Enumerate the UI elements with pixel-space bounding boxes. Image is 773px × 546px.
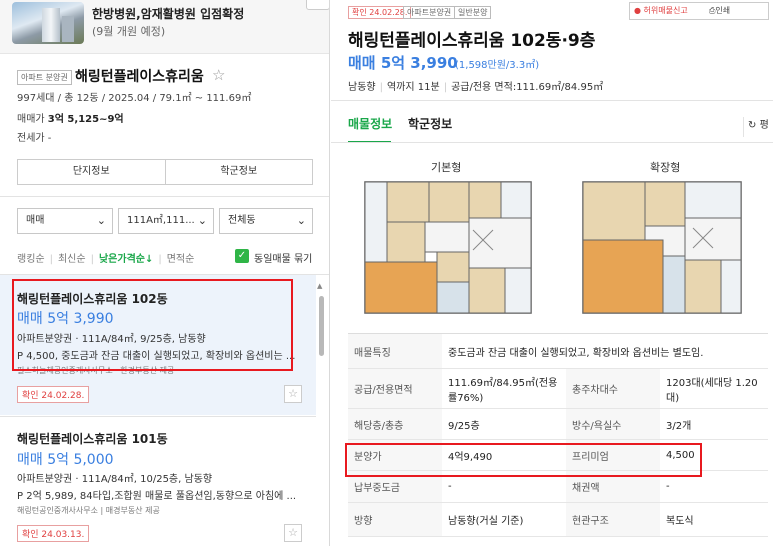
listing-meta: 아파트분양권 · 111A/84㎡, 10/25층, 남동향 — [17, 474, 213, 485]
table-row: 방향 남동향(거실 기준) 현관구조 복도식 — [348, 503, 768, 537]
summary-direction: 남동향 — [348, 82, 376, 93]
sale-type-badge: 일반분양 — [454, 6, 492, 19]
detail-panel: 확인 24.02.28. 아파트분양권 일반분양 ● 허위매물신고 ⎙인쇄 해링… — [331, 0, 773, 546]
favorite-star-icon[interactable]: ☆ — [284, 524, 302, 542]
listing-desc: P 2억 5,989, 84타입,조합원 매물로 풀옵션임,동향으로 아침에 .… — [17, 491, 297, 502]
pyeong-label: 평 — [759, 120, 769, 131]
banner-image — [12, 2, 84, 44]
complex-price-label: 매매가 — [17, 114, 45, 125]
confirm-badge: 확인 24.03.13. — [17, 525, 90, 542]
refresh-icon: ↻ — [748, 120, 757, 131]
detail-info-table: 매물특징 중도금과 잔금 대출이 실행되었고, 확장비와 옵션비는 별도임. 공… — [348, 333, 768, 537]
tab-school-info[interactable]: 학군정보 — [408, 115, 452, 132]
banner-title: 한방병원,암재활병원 입점확정 — [92, 7, 245, 21]
sort-latest[interactable]: 최신순 — [58, 254, 86, 265]
table-row: 공급/전용면적 111.69㎡/84.95㎡(전용률76%) 총주차대수 120… — [348, 369, 768, 409]
sort-area[interactable]: 면적순 — [167, 254, 195, 265]
sort-bar: 랭킹순 | 최신순 | 낮은가격순↓ | 면적순 — [17, 254, 195, 265]
area-label: 공급/전용면적 — [348, 369, 442, 408]
highlight-box — [345, 443, 702, 477]
tab-complex-info[interactable]: 단지정보 — [18, 160, 165, 184]
dup-group-checkbox[interactable]: ✓ — [235, 249, 249, 263]
detail-price: 매매 5억 3,990 — [348, 54, 458, 72]
feature-label: 매물특징 — [348, 334, 442, 368]
chevron-down-icon: ⌄ — [197, 214, 207, 227]
highlight-box — [12, 279, 293, 371]
siren-icon: ● — [634, 6, 641, 15]
listing-agent: 해링턴공인중개사사무소 | 매경부동산 제공 — [17, 506, 160, 515]
tab-school-info[interactable]: 학군정보 — [164, 160, 313, 184]
listing-name: 해링턴플레이스휴리움 101동 — [17, 432, 168, 446]
dup-group-label: 동일매물 묶기 — [254, 254, 313, 265]
floorplan-basic-label: 기본형 — [431, 161, 462, 174]
structure-value: 복도식 — [666, 516, 694, 527]
banner-subtitle: (9월 개원 예정) — [92, 25, 166, 38]
floor-label: 해당층/총층 — [348, 409, 442, 439]
area-value: 111A㎡,111... — [127, 215, 195, 226]
print-button[interactable]: ⎙인쇄 — [709, 5, 730, 16]
parking-value: 1203대(세대당 1.20대) — [666, 377, 758, 404]
confirm-badge: 확인 24.02.28. — [348, 6, 412, 19]
report-label: 허위매물신고 — [643, 6, 688, 15]
favorite-star-icon[interactable]: ☆ — [284, 385, 302, 403]
scroll-thumb[interactable] — [319, 296, 324, 356]
summary-area: 공급/전용 면적:111.69㎡/84.95㎡ — [451, 82, 604, 93]
type-badge: 아파트분양권 — [403, 6, 456, 19]
dong-select[interactable]: 전체동 ⌄ — [219, 208, 313, 234]
detail-title: 해링턴플레이스휴리움 102동·9층 — [348, 31, 596, 51]
report-button[interactable]: ● 허위매물신고 — [634, 5, 688, 16]
rooms-value: 3/2개 — [666, 420, 692, 432]
table-row: 해당층/총층 9/25층 방수/욕실수 3/2개 — [348, 409, 768, 440]
direction-value: 남동향(거실 기준) — [448, 516, 524, 527]
tab-listing-info[interactable]: 매물정보 — [348, 115, 392, 132]
floorplan-extended-label: 확장형 — [650, 161, 681, 174]
complex-type-tag: 아파트 분양권 — [17, 70, 72, 85]
area-select[interactable]: 111A㎡,111... ⌄ — [118, 208, 214, 234]
print-label: 인쇄 — [715, 6, 731, 15]
pyeong-toggle[interactable]: ↻ 평 — [743, 117, 773, 137]
promo-banner[interactable]: 한방병원,암재활병원 입점확정 (9월 개원 예정) — [0, 0, 329, 54]
table-row: 매물특징 중도금과 잔금 대출이 실행되었고, 확장비와 옵션비는 별도임. — [348, 334, 768, 369]
chevron-down-icon: ⌄ — [96, 214, 106, 227]
list-scrollbar[interactable]: ▲ — [316, 282, 326, 546]
area-value: 111.69㎡/84.95㎡(전용률76%) — [448, 377, 558, 404]
dong-value: 전체동 — [228, 215, 256, 226]
chevron-down-icon: ⌄ — [296, 214, 306, 227]
sort-ranking[interactable]: 랭킹순 — [17, 254, 45, 265]
summary-station: 역까지 11분 — [386, 82, 440, 93]
favorite-star-icon[interactable]: ☆ — [212, 66, 225, 84]
complex-jeonse: 전세가 - — [17, 133, 52, 144]
direction-label: 방향 — [348, 503, 442, 536]
detail-summary: 남동향 | 역까지 11분 | 공급/전용 면적:111.69㎡/84.95㎡ — [348, 82, 604, 93]
rooms-label: 방수/욕실수 — [566, 409, 660, 439]
listing-panel: 한방병원,암재활병원 입점확정 (9월 개원 예정) 아파트 분양권 해링턴플레… — [0, 0, 330, 546]
trade-type-select[interactable]: 매매 ⌄ — [17, 208, 113, 234]
floor-value: 9/25층 — [448, 420, 480, 432]
complex-tabs: 단지정보 학군정보 — [17, 159, 313, 185]
floorplan-basic-image[interactable] — [363, 180, 533, 315]
parking-label: 총주차대수 — [566, 369, 660, 408]
floorplan-extended-image[interactable] — [581, 180, 743, 315]
sort-low-price[interactable]: 낮은가격순↓ — [99, 254, 153, 265]
scroll-up-icon[interactable]: ▲ — [317, 282, 322, 290]
feature-value: 중도금과 잔금 대출이 실행되었고, 확장비와 옵션비는 별도임. — [448, 347, 704, 359]
complex-name: 해링턴플레이스휴리움 — [75, 69, 204, 85]
listing-price: 매매 5억 5,000 — [17, 452, 114, 468]
trade-type-value: 매매 — [26, 215, 45, 226]
complex-price-value: 3억 5,125~9억 — [47, 114, 124, 125]
complex-price: 매매가 3억 5,125~9억 — [17, 110, 124, 125]
list-item[interactable]: 해링턴플레이스휴리움 101동 매매 5억 5,000 아파트분양권 · 111… — [0, 416, 316, 546]
detail-price-per: (1,598만원/3.3㎡) — [455, 60, 540, 71]
banner-close-button[interactable] — [306, 0, 329, 10]
confirm-badge: 확인 24.02.28. — [17, 386, 90, 403]
complex-info: 997세대 / 총 12동 / 2025.04 / 79.1㎡ ~ 111.69… — [17, 93, 252, 104]
structure-label: 현관구조 — [566, 503, 660, 536]
